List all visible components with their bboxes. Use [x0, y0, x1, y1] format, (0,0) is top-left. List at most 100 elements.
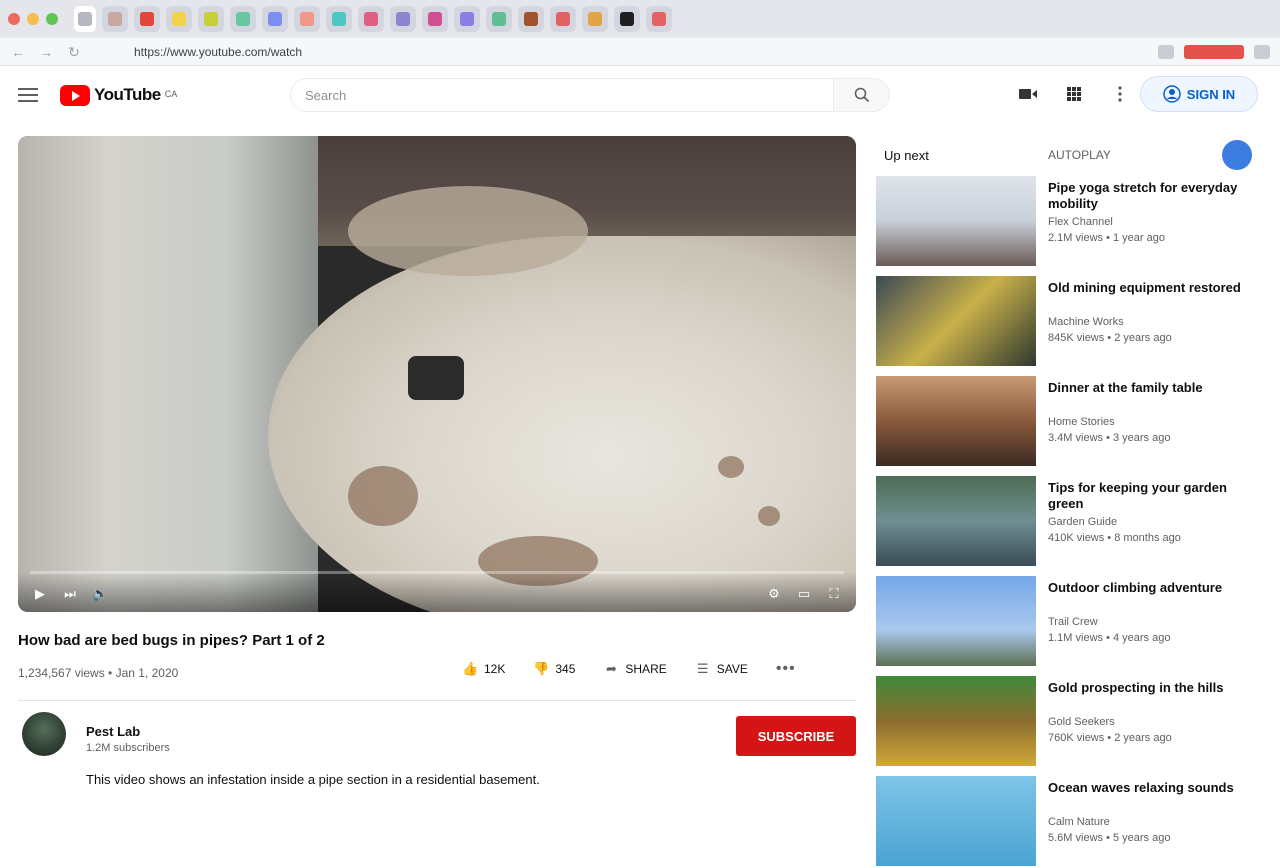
video-player[interactable]: ▶ ⏭ 🔈 ⚙ ▭ ⛶	[18, 136, 856, 612]
profile-icon[interactable]	[1254, 44, 1270, 59]
reload-icon[interactable]: ↻	[66, 44, 82, 60]
thumbs-down-icon: 👎	[533, 661, 550, 676]
browser-tab[interactable]	[74, 6, 96, 32]
video-thumbnail[interactable]	[876, 476, 1036, 566]
extension-icon[interactable]	[1184, 44, 1244, 59]
search-button[interactable]	[834, 78, 890, 112]
site-header: YouTube CA Search SIGN IN	[0, 66, 1280, 124]
browser-tab[interactable]	[518, 6, 544, 32]
recommended-video-channel: Trail Crew	[1048, 616, 1098, 628]
video-thumbnail[interactable]	[876, 576, 1036, 666]
star-icon[interactable]	[1158, 44, 1174, 59]
browser-tab[interactable]	[646, 6, 672, 32]
like-button[interactable]: 👍 12K	[462, 662, 505, 677]
video-frame-spot	[348, 186, 588, 276]
play-icon[interactable]: ▶	[32, 586, 48, 602]
next-icon[interactable]: ⏭	[62, 586, 78, 602]
settings-dots-icon[interactable]	[1110, 84, 1130, 104]
browser-tab[interactable]	[358, 6, 384, 32]
close-window-button[interactable]	[8, 13, 20, 25]
browser-tab[interactable]	[614, 6, 640, 32]
subscribe-button[interactable]: SUBSCRIBE	[736, 716, 856, 756]
browser-tab[interactable]	[454, 6, 480, 32]
forward-arrow-icon[interactable]: →	[38, 44, 54, 60]
create-video-icon[interactable]	[1018, 84, 1038, 104]
share-button[interactable]: ➦ SHARE	[603, 662, 667, 677]
apps-grid-icon[interactable]	[1064, 84, 1084, 104]
save-button[interactable]: ☰ SAVE	[695, 661, 748, 677]
tab-favicon-icon	[78, 12, 92, 26]
fullscreen-icon[interactable]: ⛶	[826, 586, 842, 602]
video-thumbnail[interactable]	[876, 676, 1036, 766]
tab-favicon-icon	[588, 12, 602, 26]
up-next-label: Up next	[884, 148, 929, 163]
video-thumbnail[interactable]	[876, 176, 1036, 266]
video-description: This video shows an infestation inside a…	[86, 772, 540, 787]
recommended-video-channel: Calm Nature	[1048, 816, 1110, 828]
video-thumbnail[interactable]	[876, 276, 1036, 366]
recommended-video-title[interactable]: Tips for keeping your garden green	[1048, 480, 1258, 512]
youtube-logo[interactable]: YouTube CA	[60, 84, 178, 106]
recommended-video[interactable]: Outdoor climbing adventure Trail Crew 1.1M…	[876, 576, 1266, 668]
playlist-add-icon: ☰	[696, 661, 709, 676]
recommended-video-channel: Gold Seekers	[1048, 716, 1115, 728]
volume-icon[interactable]: 🔈	[92, 586, 108, 602]
address-bar[interactable]: https://www.youtube.com/watch	[134, 45, 302, 59]
recommended-video-title[interactable]: Outdoor climbing adventure	[1048, 580, 1258, 596]
browser-tab[interactable]	[582, 6, 608, 32]
window-controls	[8, 13, 58, 25]
sign-in-button[interactable]: SIGN IN	[1140, 76, 1258, 112]
more-actions-button[interactable]: •••	[776, 660, 796, 678]
video-actions: 👍 12K 👎 345 ➦ SHARE ☰ SAVE •••	[462, 660, 796, 678]
divider	[18, 700, 856, 701]
browser-tab[interactable]	[550, 6, 576, 32]
browser-tab[interactable]	[294, 6, 320, 32]
extensions-area	[1158, 44, 1270, 59]
autoplay-toggle[interactable]	[1222, 140, 1252, 170]
browser-tab-strip	[0, 0, 1280, 38]
search-input[interactable]: Search	[290, 78, 834, 112]
video-frame-spot	[718, 456, 744, 478]
youtube-play-icon	[60, 84, 90, 106]
channel-avatar[interactable]	[22, 712, 66, 756]
menu-icon[interactable]	[18, 88, 38, 102]
video-thumbnail[interactable]	[876, 376, 1036, 466]
recommended-video-title[interactable]: Pipe yoga stretch for everyday mobility	[1048, 180, 1258, 212]
recommended-video[interactable]: Old mining equipment restored Machine Wor…	[876, 276, 1266, 368]
recommended-video-title[interactable]: Old mining equipment restored	[1048, 280, 1258, 296]
back-arrow-icon[interactable]: ←	[10, 44, 26, 60]
browser-tab[interactable]	[134, 6, 160, 32]
search-icon	[854, 87, 869, 103]
channel-name[interactable]: Pest Lab	[86, 724, 140, 739]
share-label: SHARE	[625, 662, 667, 676]
browser-tab[interactable]	[390, 6, 416, 32]
recommended-video-title[interactable]: Dinner at the family table	[1048, 380, 1258, 396]
recommended-video-channel: Garden Guide	[1048, 516, 1118, 528]
browser-tab[interactable]	[102, 6, 128, 32]
recommended-video-title[interactable]: Ocean waves relaxing sounds	[1048, 780, 1258, 796]
settings-gear-icon[interactable]: ⚙	[766, 586, 782, 602]
browser-tabs	[74, 6, 672, 32]
browser-tab[interactable]	[422, 6, 448, 32]
recommended-video-title[interactable]: Gold prospecting in the hills	[1048, 680, 1258, 696]
tab-favicon-icon	[300, 12, 314, 26]
browser-tab[interactable]	[486, 6, 512, 32]
browser-tab[interactable]	[326, 6, 352, 32]
theater-mode-icon[interactable]: ▭	[796, 586, 812, 602]
maximize-window-button[interactable]	[46, 13, 58, 25]
minimize-window-button[interactable]	[27, 13, 39, 25]
browser-tab[interactable]	[166, 6, 192, 32]
recommended-video[interactable]: Tips for keeping your garden green Garden…	[876, 476, 1266, 568]
recommended-video-views: 1.1M views • 4 years ago	[1048, 632, 1171, 644]
tab-favicon-icon	[556, 12, 570, 26]
browser-tab[interactable]	[198, 6, 224, 32]
player-controls: ▶ ⏭ 🔈 ⚙ ▭ ⛶	[18, 572, 856, 612]
logo-country-code: CA	[164, 88, 178, 99]
recommended-video[interactable]: Dinner at the family table Home Stories 3.…	[876, 376, 1266, 468]
recommended-video-channel: Home Stories	[1048, 416, 1115, 428]
recommended-video[interactable]: Pipe yoga stretch for everyday mobility F…	[876, 176, 1266, 268]
browser-tab[interactable]	[262, 6, 288, 32]
dislike-button[interactable]: 👎 345	[533, 661, 575, 677]
recommended-video[interactable]: Gold prospecting in the hills Gold Seeker…	[876, 676, 1266, 768]
browser-tab[interactable]	[230, 6, 256, 32]
